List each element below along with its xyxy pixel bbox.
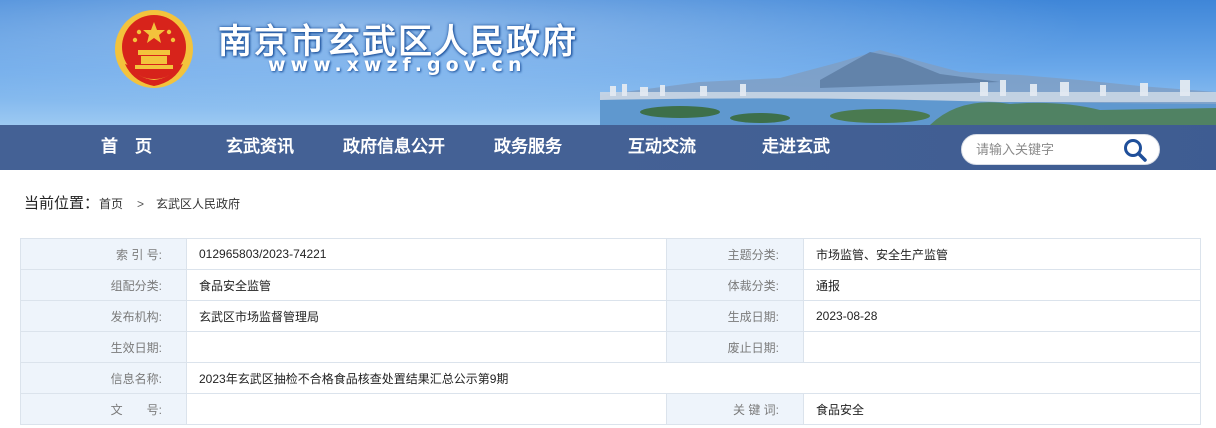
- meta-label-effective-date: 生效日期:: [20, 331, 187, 363]
- table-row: 文 号: 关 键 词: 食品安全: [20, 393, 1201, 425]
- meta-label-keywords: 关 键 词:: [666, 393, 804, 425]
- nav-item-interaction[interactable]: 互动交流: [628, 125, 696, 170]
- meta-label-created-date: 生成日期:: [666, 300, 804, 332]
- meta-value-title: 2023年玄武区抽检不合格食品核查处置结果汇总公示第9期: [186, 362, 1201, 394]
- search-input[interactable]: [976, 140, 1116, 160]
- nav-item-home[interactable]: 首 页: [101, 125, 152, 170]
- table-row: 生效日期: 废止日期:: [20, 331, 1201, 363]
- meta-label-document-number: 文 号:: [20, 393, 187, 425]
- meta-value-keywords: 食品安全: [803, 393, 1201, 425]
- search-icon[interactable]: [1122, 137, 1148, 163]
- nav-item-about-xuanwu[interactable]: 走进玄武: [762, 125, 830, 170]
- table-row: 信息名称: 2023年玄武区抽检不合格食品核查处置结果汇总公示第9期: [20, 362, 1201, 394]
- breadcrumb-home-link[interactable]: 首页: [99, 197, 123, 211]
- meta-label-expiry-date: 废止日期:: [666, 331, 804, 363]
- breadcrumb-label: 当前位置：: [24, 195, 100, 212]
- meta-label-topic-category: 主题分类:: [666, 238, 804, 270]
- meta-value-document-number: [186, 393, 667, 425]
- meta-label-index-number: 索 引 号:: [20, 238, 187, 270]
- nav-item-info-disclosure[interactable]: 政府信息公开: [343, 125, 445, 170]
- breadcrumb: 当前位置：首页 > 玄武区人民政府: [24, 194, 240, 214]
- table-row: 索 引 号: 012965803/2023-74221 主题分类: 市场监管、安…: [20, 238, 1201, 270]
- meta-value-expiry-date: [803, 331, 1201, 363]
- document-meta-table: 索 引 号: 012965803/2023-74221 主题分类: 市场监管、安…: [20, 238, 1201, 425]
- meta-label-group-category: 组配分类:: [20, 269, 187, 301]
- site-url: www.xwzf.gov.cn: [268, 54, 527, 76]
- national-emblem-icon: [115, 10, 193, 88]
- meta-value-topic-category: 市场监管、安全生产监管: [803, 238, 1201, 270]
- meta-value-index-number: 012965803/2023-74221: [186, 238, 667, 270]
- meta-label-title: 信息名称:: [20, 362, 187, 394]
- site-header: 南京市玄武区人民政府 www.xwzf.gov.cn: [0, 0, 1216, 125]
- nav-item-news[interactable]: 玄武资讯: [226, 125, 294, 170]
- meta-label-genre-category: 体裁分类:: [666, 269, 804, 301]
- breadcrumb-district-link[interactable]: 玄武区人民政府: [156, 197, 240, 211]
- meta-value-group-category: 食品安全监管: [186, 269, 667, 301]
- meta-value-genre-category: 通报: [803, 269, 1201, 301]
- nav-item-gov-services[interactable]: 政务服务: [494, 125, 562, 170]
- meta-value-publisher: 玄武区市场监督管理局: [186, 300, 667, 332]
- meta-label-publisher: 发布机构:: [20, 300, 187, 332]
- table-row: 组配分类: 食品安全监管 体裁分类: 通报: [20, 269, 1201, 301]
- meta-value-created-date: 2023-08-28: [803, 300, 1201, 332]
- meta-value-effective-date: [186, 331, 667, 363]
- breadcrumb-separator: >: [137, 197, 145, 211]
- search-box: [961, 134, 1160, 165]
- table-row: 发布机构: 玄武区市场监督管理局 生成日期: 2023-08-28: [20, 300, 1201, 332]
